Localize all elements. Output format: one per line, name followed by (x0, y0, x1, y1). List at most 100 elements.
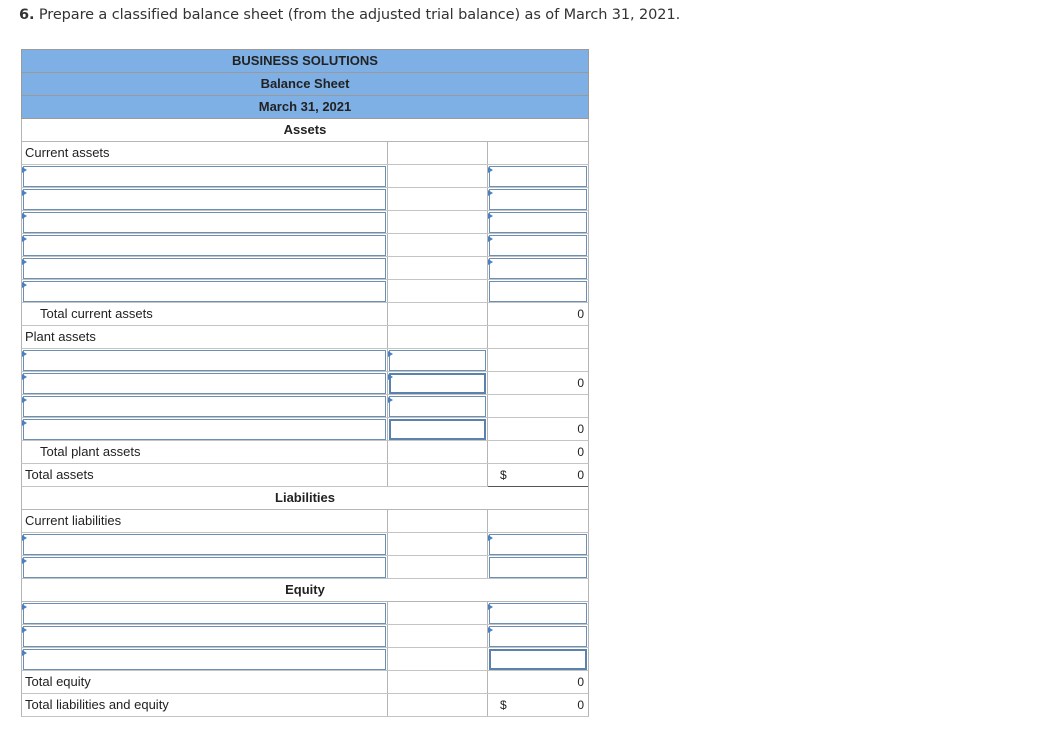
dropdown-marker-icon (388, 374, 393, 380)
dropdown-marker-icon (22, 374, 27, 380)
dropdown-marker-icon (488, 167, 493, 173)
dropdown-marker-icon (488, 213, 493, 219)
dropdown-marker-icon (22, 282, 27, 288)
plant-assets-row: Plant assets (21, 326, 589, 349)
dropdown-marker-icon (22, 627, 27, 633)
amount-input[interactable] (489, 235, 587, 256)
plant-assets-label: Plant assets (25, 329, 96, 344)
question-prompt: Prepare a classified balance sheet (from… (38, 7, 681, 23)
account-name-select[interactable] (23, 373, 386, 394)
current-asset-input-row (21, 234, 589, 257)
current-liabilities-row: Current liabilities (21, 510, 589, 533)
dropdown-marker-icon (22, 259, 27, 265)
dropdown-marker-icon (488, 535, 493, 541)
dropdown-marker-icon (22, 351, 27, 357)
dropdown-marker-icon (22, 213, 27, 219)
account-name-select[interactable] (23, 235, 386, 256)
total-assets-label: Total assets (25, 467, 94, 482)
equity-input-row (21, 648, 589, 671)
total-plant-assets-row: Total plant assets 0 (21, 441, 589, 464)
account-name-select[interactable] (23, 649, 386, 670)
account-name-select[interactable] (23, 557, 386, 578)
balance-sheet: BUSINESS SOLUTIONS Balance Sheet March 3… (21, 49, 589, 717)
total-plant-assets-label: Total plant assets (40, 444, 141, 459)
account-name-select[interactable] (23, 258, 386, 279)
total-equity-value: 0 (577, 675, 584, 689)
amount-input[interactable] (489, 649, 587, 670)
section-liabilities: Liabilities (21, 487, 589, 510)
section-equity: Equity (21, 579, 589, 602)
total-assets-row: Total assets $0 (21, 464, 589, 487)
plant-asset-input-row: 0 (21, 418, 589, 441)
account-name-select[interactable] (23, 419, 386, 440)
current-asset-input-row (21, 257, 589, 280)
total-equity-label: Total equity (25, 674, 91, 689)
dropdown-marker-icon (22, 604, 27, 610)
total-current-assets-label: Total current assets (40, 306, 153, 321)
currency-symbol: $ (500, 698, 507, 712)
amount-input[interactable] (489, 212, 587, 233)
total-equity-row: Total equity 0 (21, 671, 589, 694)
plant-row4-value: 0 (577, 422, 584, 436)
account-name-select[interactable] (23, 212, 386, 233)
amount-input[interactable] (389, 350, 486, 371)
dropdown-marker-icon (488, 627, 493, 633)
dropdown-marker-icon (22, 558, 27, 564)
dropdown-marker-icon (488, 190, 493, 196)
equity-input-row (21, 625, 589, 648)
dropdown-marker-icon (488, 604, 493, 610)
dropdown-marker-icon (488, 259, 493, 265)
plant-row2-value: 0 (577, 376, 584, 390)
current-asset-input-row (21, 188, 589, 211)
amount-input[interactable] (489, 166, 587, 187)
current-asset-input-row (21, 211, 589, 234)
account-name-select[interactable] (23, 350, 386, 371)
amount-input[interactable] (489, 189, 587, 210)
amount-input[interactable] (489, 626, 587, 647)
dropdown-marker-icon (22, 397, 27, 403)
company-name: BUSINESS SOLUTIONS (21, 49, 589, 72)
account-name-select[interactable] (23, 281, 386, 302)
account-name-select[interactable] (23, 603, 386, 624)
plant-asset-input-row (21, 349, 589, 372)
dropdown-marker-icon (22, 650, 27, 656)
dropdown-marker-icon (388, 397, 393, 403)
total-liabilities-equity-row: Total liabilities and equity $0 (21, 694, 589, 717)
plant-asset-input-row: 0 (21, 372, 589, 395)
dropdown-marker-icon (22, 190, 27, 196)
dropdown-marker-icon (22, 535, 27, 541)
account-name-select[interactable] (23, 396, 386, 417)
amount-input[interactable] (489, 534, 587, 555)
currency-symbol: $ (500, 468, 507, 482)
amount-input[interactable] (389, 396, 486, 417)
account-name-select[interactable] (23, 189, 386, 210)
total-current-assets-value: 0 (577, 307, 584, 321)
liability-input-row (21, 533, 589, 556)
account-name-select[interactable] (23, 166, 386, 187)
current-assets-label: Current assets (25, 145, 110, 160)
amount-input[interactable] (389, 373, 486, 394)
dropdown-marker-icon (22, 420, 27, 426)
amount-input[interactable] (489, 557, 587, 578)
statement-title: Balance Sheet (21, 72, 589, 95)
section-assets: Assets (21, 119, 589, 142)
amount-input[interactable] (489, 281, 587, 302)
current-asset-input-row (21, 280, 589, 303)
statement-date: March 31, 2021 (21, 95, 589, 119)
account-name-select[interactable] (23, 534, 386, 555)
amount-input[interactable] (489, 258, 587, 279)
dropdown-marker-icon (388, 351, 393, 357)
amount-input[interactable] (489, 603, 587, 624)
total-current-assets-row: Total current assets 0 (21, 303, 589, 326)
liability-input-row (21, 556, 589, 579)
question-text: 6. Prepare a classified balance sheet (f… (19, 7, 680, 23)
amount-input[interactable] (389, 419, 486, 440)
total-plant-assets-value: 0 (577, 445, 584, 459)
total-liabilities-equity-label: Total liabilities and equity (25, 697, 169, 712)
dropdown-marker-icon (488, 236, 493, 242)
double-underline (488, 486, 588, 487)
current-liabilities-label: Current liabilities (25, 513, 122, 528)
account-name-select[interactable] (23, 626, 386, 647)
current-asset-input-row (21, 165, 589, 188)
current-assets-row: Current assets (21, 142, 589, 165)
